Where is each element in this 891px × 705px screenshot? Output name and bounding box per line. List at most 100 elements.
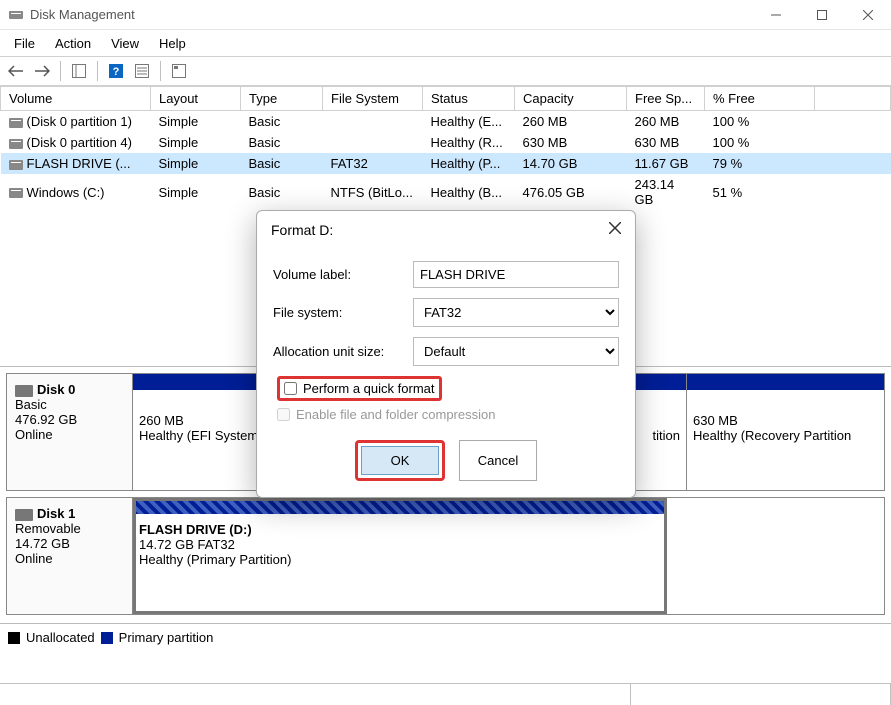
volume-row[interactable]: Windows (C:) Simple Basic NTFS (BitLo...… bbox=[1, 174, 891, 210]
volume-fs bbox=[323, 111, 423, 133]
partition-name: FLASH DRIVE (D:) bbox=[139, 522, 252, 537]
volume-row[interactable]: FLASH DRIVE (... Simple Basic FAT32 Heal… bbox=[1, 153, 891, 174]
col-spacer bbox=[815, 87, 891, 111]
disk-type: Basic bbox=[15, 397, 124, 412]
volume-pct: 79 % bbox=[705, 153, 815, 174]
col-status[interactable]: Status bbox=[423, 87, 515, 111]
volume-type: Basic bbox=[241, 132, 323, 153]
disk-info[interactable]: Disk 0 Basic 476.92 GB Online bbox=[7, 374, 133, 490]
menubar: File Action View Help bbox=[0, 30, 891, 56]
col-capacity[interactable]: Capacity bbox=[515, 87, 627, 111]
ok-button[interactable]: OK bbox=[361, 446, 439, 475]
file-system-label: File system: bbox=[273, 305, 413, 320]
col-type[interactable]: Type bbox=[241, 87, 323, 111]
volume-fs: FAT32 bbox=[323, 153, 423, 174]
col-pctfree[interactable]: % Free bbox=[705, 87, 815, 111]
menu-help[interactable]: Help bbox=[149, 33, 196, 54]
format-dialog: Format D: Volume label: File system: FAT… bbox=[256, 210, 636, 498]
disk-name: Disk 0 bbox=[37, 382, 75, 397]
volume-capacity: 14.70 GB bbox=[515, 153, 627, 174]
disk-icon bbox=[15, 385, 33, 397]
minimize-button[interactable] bbox=[753, 0, 799, 30]
volume-row[interactable]: (Disk 0 partition 4) Simple Basic Health… bbox=[1, 132, 891, 153]
volume-free: 11.67 GB bbox=[627, 153, 705, 174]
drive-icon bbox=[9, 160, 23, 170]
partition-size: 630 MB bbox=[693, 413, 878, 428]
disk-size: 14.72 GB bbox=[15, 536, 124, 551]
volume-layout: Simple bbox=[151, 132, 241, 153]
volume-name: FLASH DRIVE (... bbox=[27, 156, 131, 171]
list-view-button[interactable] bbox=[167, 59, 191, 83]
quick-format-highlight: Perform a quick format bbox=[277, 376, 442, 401]
legend-unallocated-label: Unallocated bbox=[26, 630, 95, 645]
col-fs[interactable]: File System bbox=[323, 87, 423, 111]
dialog-body: Volume label: File system: FAT32 Allocat… bbox=[257, 245, 635, 497]
partition[interactable]: FLASH DRIVE (D:) 14.72 GB FAT32 Healthy … bbox=[133, 498, 667, 614]
volume-fs: NTFS (BitLo... bbox=[323, 174, 423, 210]
col-free[interactable]: Free Sp... bbox=[627, 87, 705, 111]
titlebar: Disk Management bbox=[0, 0, 891, 30]
help-button[interactable]: ? bbox=[104, 59, 128, 83]
drive-icon bbox=[9, 139, 23, 149]
menu-view[interactable]: View bbox=[101, 33, 149, 54]
volume-label-label: Volume label: bbox=[273, 267, 413, 282]
volume-name: Windows (C:) bbox=[27, 185, 105, 200]
volume-type: Basic bbox=[241, 174, 323, 210]
file-system-select[interactable]: FAT32 bbox=[413, 298, 619, 327]
dialog-title: Format D: bbox=[271, 222, 609, 238]
forward-button[interactable] bbox=[30, 59, 54, 83]
partition-empty bbox=[667, 498, 884, 614]
disk-status: Online bbox=[15, 427, 124, 442]
volume-name: (Disk 0 partition 4) bbox=[27, 135, 132, 150]
volume-layout: Simple bbox=[151, 153, 241, 174]
toolbar-sep3 bbox=[160, 61, 161, 81]
volume-layout: Simple bbox=[151, 111, 241, 133]
volume-label-input[interactable] bbox=[413, 261, 619, 288]
svg-text:?: ? bbox=[113, 66, 120, 78]
partition-status: Healthy (Primary Partition) bbox=[139, 552, 661, 567]
volume-status: Healthy (P... bbox=[423, 153, 515, 174]
partition-header bbox=[133, 498, 667, 514]
quick-format-checkbox[interactable] bbox=[284, 382, 297, 395]
volume-status: Healthy (B... bbox=[423, 174, 515, 210]
statusbar bbox=[0, 683, 891, 705]
maximize-button[interactable] bbox=[799, 0, 845, 30]
menu-file[interactable]: File bbox=[4, 33, 45, 54]
dialog-titlebar: Format D: bbox=[257, 211, 635, 245]
disk-icon bbox=[15, 509, 33, 521]
show-hide-tree-button[interactable] bbox=[67, 59, 91, 83]
window-controls bbox=[753, 0, 891, 30]
dialog-close-button[interactable] bbox=[609, 221, 621, 239]
volume-type: Basic bbox=[241, 111, 323, 133]
disk-name: Disk 1 bbox=[37, 506, 75, 521]
partition-status: Healthy (Recovery Partition bbox=[693, 428, 878, 443]
legend-primary-label: Primary partition bbox=[119, 630, 214, 645]
disk-size: 476.92 GB bbox=[15, 412, 124, 427]
partition-header bbox=[687, 374, 884, 390]
close-button[interactable] bbox=[845, 0, 891, 30]
refresh-button[interactable] bbox=[130, 59, 154, 83]
disk-info[interactable]: Disk 1 Removable 14.72 GB Online bbox=[7, 498, 133, 614]
volume-row[interactable]: (Disk 0 partition 1) Simple Basic Health… bbox=[1, 111, 891, 133]
volume-free: 243.14 GB bbox=[627, 174, 705, 210]
col-volume[interactable]: Volume bbox=[1, 87, 151, 111]
allocation-unit-size-label: Allocation unit size: bbox=[273, 344, 413, 359]
volume-name: (Disk 0 partition 1) bbox=[27, 114, 132, 129]
disk-partitions: FLASH DRIVE (D:) 14.72 GB FAT32 Healthy … bbox=[133, 498, 884, 614]
allocation-unit-size-select[interactable]: Default bbox=[413, 337, 619, 366]
toolbar-sep bbox=[60, 61, 61, 81]
back-button[interactable] bbox=[4, 59, 28, 83]
partition-size: 14.72 GB FAT32 bbox=[139, 537, 661, 552]
volume-pct: 51 % bbox=[705, 174, 815, 210]
volume-status: Healthy (E... bbox=[423, 111, 515, 133]
volume-capacity: 476.05 GB bbox=[515, 174, 627, 210]
partition[interactable]: 630 MB Healthy (Recovery Partition bbox=[686, 374, 884, 490]
col-layout[interactable]: Layout bbox=[151, 87, 241, 111]
menu-action[interactable]: Action bbox=[45, 33, 101, 54]
cancel-button[interactable]: Cancel bbox=[459, 440, 537, 481]
volume-capacity: 630 MB bbox=[515, 132, 627, 153]
disk-status: Online bbox=[15, 551, 124, 566]
ok-highlight: OK bbox=[355, 440, 445, 481]
volume-fs bbox=[323, 132, 423, 153]
drive-icon bbox=[9, 188, 23, 198]
